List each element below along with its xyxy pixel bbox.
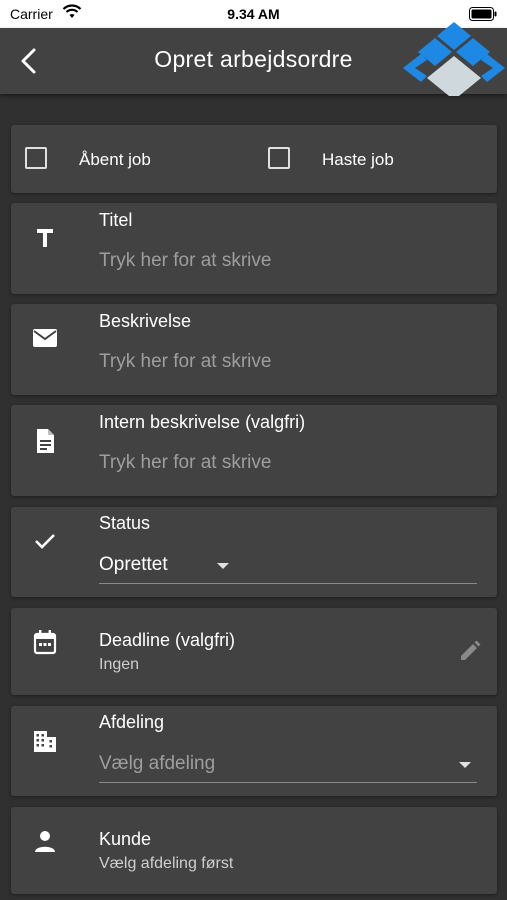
calendar-icon (33, 630, 57, 655)
department-field: Afdeling Vælg afdeling (11, 706, 497, 796)
description-input[interactable]: Tryk her for at skrive (99, 351, 271, 373)
open-job-label: Åbent job (79, 150, 151, 169)
urgent-job-checkbox[interactable] (268, 147, 290, 169)
job-type-card: Åbent job Haste job (11, 125, 497, 193)
chevron-down-icon (459, 762, 471, 768)
description-label: Beskrivelse (99, 311, 192, 331)
department-dropdown[interactable]: Vælg afdeling (99, 746, 477, 782)
person-icon (35, 831, 55, 852)
chevron-down-icon (217, 563, 229, 569)
text-format-icon (37, 229, 53, 247)
status-underline (99, 583, 477, 584)
status-label: Status (99, 513, 151, 533)
document-icon (37, 429, 54, 453)
internal-description-field[interactable]: Intern beskrivelse (valgfri) Tryk her fo… (11, 405, 497, 496)
building-icon (34, 731, 56, 752)
deadline-value: Ingen (99, 656, 140, 673)
department-label: Afdeling (99, 712, 165, 732)
internal-description-input[interactable]: Tryk her for at skrive (99, 452, 271, 474)
description-field[interactable]: Beskrivelse Tryk her for at skrive (11, 304, 497, 395)
department-underline (99, 782, 477, 783)
customer-label: Kunde (99, 829, 152, 849)
open-job-checkbox[interactable] (25, 147, 47, 169)
status-dropdown[interactable]: Oprettet (99, 547, 239, 583)
deadline-label: Deadline (valgfri) (99, 630, 236, 650)
title-input[interactable]: Tryk her for at skrive (99, 250, 271, 272)
status-field: Status Oprettet (11, 507, 497, 597)
department-placeholder: Vælg afdeling (99, 753, 216, 774)
customer-field[interactable]: Kunde Vælg afdeling først (11, 807, 497, 894)
title-label: Titel (99, 210, 133, 230)
customer-value: Vælg afdeling først (99, 855, 234, 872)
title-field[interactable]: Titel Tryk her for at skrive (11, 203, 497, 294)
clock: 9.34 AM (227, 6, 280, 22)
status-value: Oprettet (99, 554, 168, 575)
app-bar: Opret arbejdsordre (0, 22, 507, 96)
urgent-job-label: Haste job (322, 150, 394, 169)
pencil-icon[interactable] (457, 638, 483, 664)
envelope-icon (33, 329, 57, 347)
checkmark-icon (35, 534, 55, 549)
battery-icon (469, 7, 497, 21)
internal-description-label: Intern beskrivelse (valgfri) (99, 412, 306, 432)
deadline-field[interactable]: Deadline (valgfri) Ingen (11, 608, 497, 695)
company-logo (403, 22, 505, 96)
